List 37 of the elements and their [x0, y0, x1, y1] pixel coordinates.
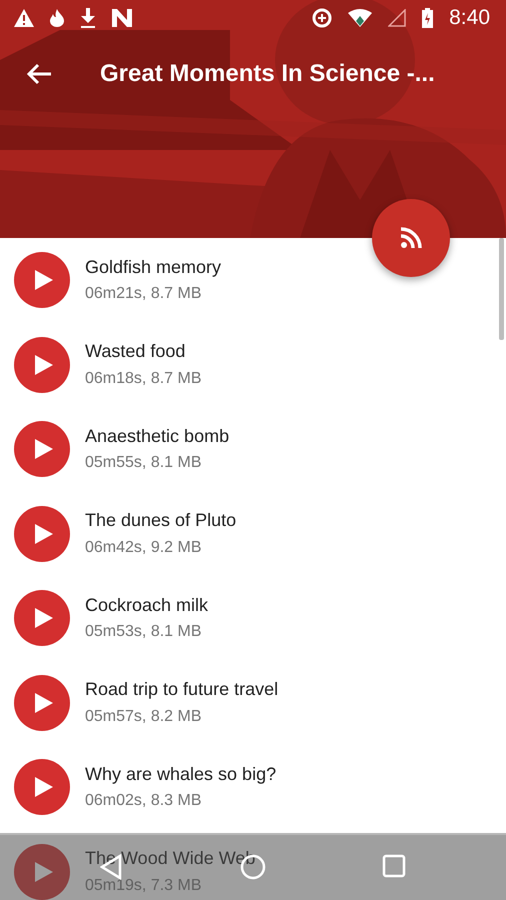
podcast-title: Great Moments In Science -...	[100, 59, 435, 89]
episode-details: 05m53s, 8.1 MB	[85, 622, 202, 642]
recents-key[interactable]	[382, 854, 406, 878]
n-logo-icon	[112, 9, 132, 27]
play-icon	[35, 439, 53, 460]
data-saver-icon	[312, 8, 332, 28]
scrollbar[interactable]	[499, 238, 504, 340]
episode-title[interactable]: Cockroach milk	[85, 594, 208, 616]
episode-details: 05m55s, 8.1 MB	[85, 453, 202, 473]
clock: 8:40	[449, 5, 490, 32]
play-icon	[35, 692, 53, 713]
play-icon	[35, 777, 53, 798]
rss-icon	[400, 227, 422, 249]
episode-title[interactable]: The dunes of Pluto	[85, 510, 236, 532]
wifi-icon	[348, 9, 372, 27]
episode-details: 06m21s, 8.7 MB	[85, 284, 202, 304]
episode-details: 05m57s, 8.2 MB	[85, 706, 202, 726]
play-icon	[35, 354, 53, 375]
episode-title[interactable]: Wasted food	[85, 341, 202, 363]
play-icon	[35, 608, 53, 628]
episode-title[interactable]: Why are whales so big?	[85, 764, 276, 786]
episode-details: 06m18s, 8.7 MB	[85, 368, 202, 388]
play-icon	[35, 270, 53, 290]
flame-icon	[50, 9, 64, 27]
episode-title[interactable]: Anaesthetic bomb	[85, 426, 230, 448]
play-icon	[35, 862, 53, 882]
back-arrow-icon[interactable]	[26, 63, 52, 85]
episode-title[interactable]: Road trip to future travel	[85, 679, 278, 701]
warning-icon	[14, 9, 34, 27]
episode-details: 05m19s, 7.3 MB	[85, 876, 202, 896]
play-icon	[35, 524, 53, 544]
signal-icon	[388, 9, 406, 27]
battery-icon	[422, 8, 434, 28]
episode-details: 06m02s, 8.3 MB	[85, 791, 202, 811]
episode-details: 06m42s, 9.2 MB	[85, 538, 202, 558]
episode-title[interactable]: Goldfish memory	[85, 256, 222, 278]
download-icon	[80, 8, 96, 28]
